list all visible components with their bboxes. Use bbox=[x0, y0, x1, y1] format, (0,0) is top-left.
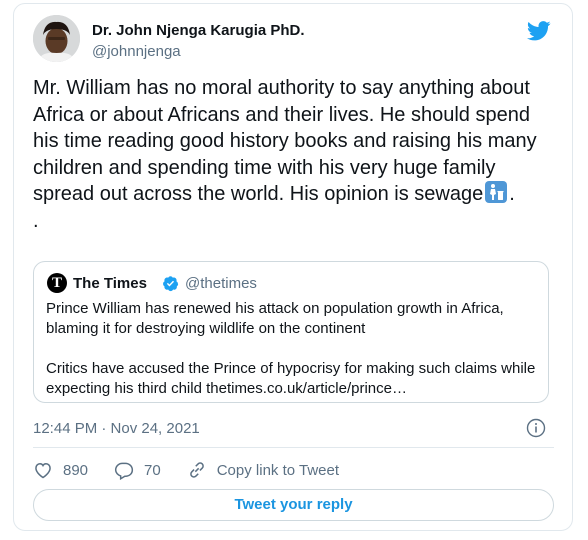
like-count: 890 bbox=[63, 461, 89, 479]
tweet-actions: 890 70 Copy link to Tweet bbox=[33, 460, 339, 480]
quoted-text: Prince William has renewed his attack on… bbox=[46, 299, 542, 399]
copy-link-label: Copy link to Tweet bbox=[216, 461, 340, 479]
quoted-author-handle: @thetimes bbox=[185, 275, 257, 292]
reply-count: 70 bbox=[144, 461, 161, 479]
reply-button[interactable]: 70 bbox=[114, 460, 161, 480]
copy-link-button[interactable]: Copy link to Tweet bbox=[187, 460, 339, 480]
tweet-text: Mr. William has no moral authority to sa… bbox=[33, 77, 537, 205]
tweet-your-reply-button[interactable]: Tweet your reply bbox=[33, 489, 554, 521]
link-icon bbox=[189, 462, 204, 478]
author-handle[interactable]: @johnnjenga bbox=[92, 43, 181, 60]
like-button[interactable]: 890 bbox=[33, 460, 88, 480]
avatar-photo bbox=[33, 15, 80, 62]
comment-icon bbox=[114, 462, 134, 480]
divider bbox=[33, 447, 554, 448]
quoted-paragraph: Critics have accused the Prince of hypoc… bbox=[46, 360, 536, 397]
times-logo-icon: T bbox=[47, 273, 67, 293]
tweet-timestamp[interactable]: 12:44 PM · Nov 24, 2021 bbox=[33, 420, 200, 437]
tweet-card: Dr. John Njenga Karugia PhD. @johnnjenga… bbox=[13, 3, 573, 531]
quoted-author-name: The Times bbox=[73, 275, 147, 292]
quoted-paragraph: Prince William has renewed his attack on… bbox=[46, 300, 504, 337]
author-name[interactable]: Dr. John Njenga Karugia PhD. bbox=[92, 22, 305, 39]
author-avatar[interactable] bbox=[33, 15, 80, 62]
tweet-body: Mr. William has no moral authority to sa… bbox=[33, 75, 558, 234]
twitter-bird-icon[interactable] bbox=[527, 21, 551, 41]
info-icon[interactable] bbox=[526, 418, 546, 438]
tweet-text-end: . bbox=[509, 183, 515, 205]
tweet-trailing-line: . bbox=[33, 209, 39, 232]
put-litter-in-its-place-emoji-icon bbox=[485, 181, 508, 203]
heart-icon bbox=[35, 462, 51, 479]
quoted-tweet[interactable]: T The Times @thetimes Prince William has… bbox=[33, 261, 549, 403]
verified-badge-icon bbox=[163, 276, 179, 292]
